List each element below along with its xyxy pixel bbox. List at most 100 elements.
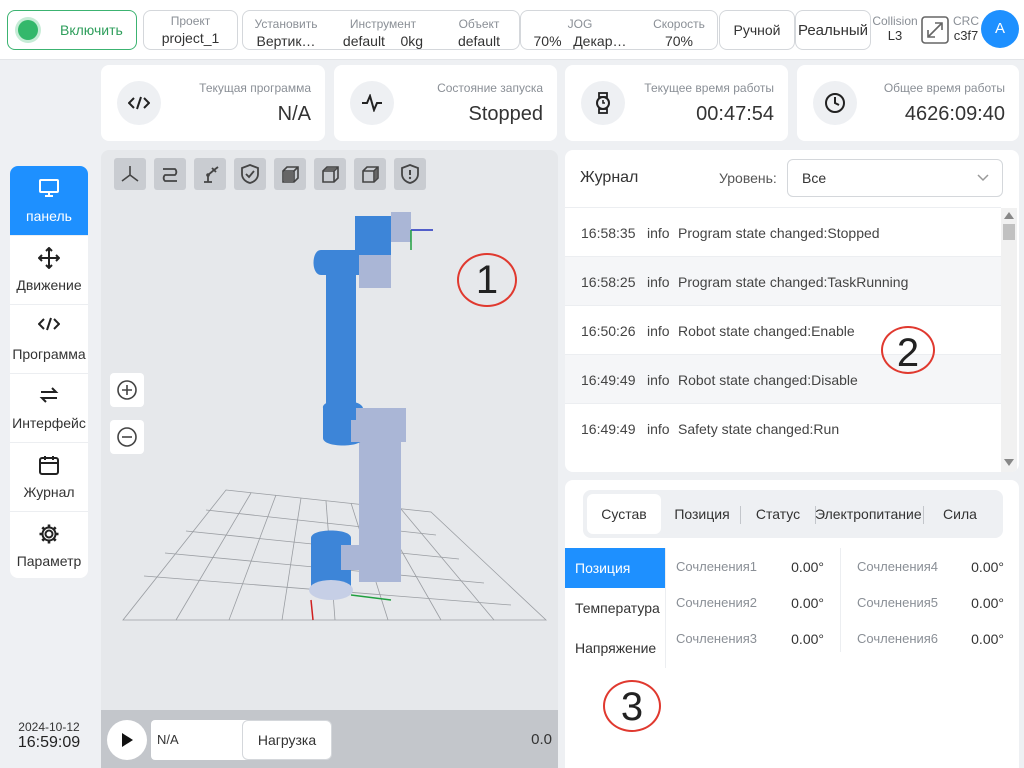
nav-label-parameter: Параметр bbox=[16, 553, 82, 569]
joint-panel: Сустав Позиция Статус Электропитание Сил… bbox=[565, 480, 1019, 768]
tool-values: default 0kg bbox=[329, 33, 437, 49]
collision-value: L3 bbox=[887, 28, 903, 43]
log-row[interactable]: 16:50:26 info Robot state changed:Enable bbox=[565, 305, 1001, 355]
joint-tab-bar: Сустав Позиция Статус Электропитание Сил… bbox=[583, 490, 1003, 538]
card-run-state-value: Stopped bbox=[468, 103, 543, 125]
joint-label: Сочленения6 bbox=[857, 631, 939, 646]
log-level-value: Все bbox=[802, 170, 827, 186]
move-icon bbox=[10, 247, 88, 269]
card-current-time-title: Текущее время работы bbox=[644, 81, 774, 95]
scroll-down-icon[interactable] bbox=[1003, 458, 1015, 468]
log-time: 16:49:49 bbox=[581, 372, 636, 388]
clock-icon bbox=[813, 81, 857, 125]
zoom-in-icon[interactable] bbox=[110, 373, 144, 407]
nav-item-program[interactable]: Программа bbox=[10, 304, 88, 374]
side-navigation: панель Движение Программа Интерфейс Журн… bbox=[10, 166, 88, 578]
nav-item-interface[interactable]: Интерфейс bbox=[10, 373, 88, 443]
joint-value: 0.00° bbox=[971, 631, 1004, 647]
joint-label: Сочленения4 bbox=[857, 559, 939, 574]
vtab-divider bbox=[665, 548, 666, 668]
card-current-time: Текущее время работы 00:47:54 bbox=[565, 65, 788, 141]
robot-scene bbox=[122, 212, 548, 621]
nav-label-motion: Движение bbox=[16, 277, 82, 293]
log-title: Журнал bbox=[580, 169, 639, 186]
object-selector[interactable]: Объект default bbox=[437, 14, 521, 52]
nav-item-journal[interactable]: Журнал bbox=[10, 442, 88, 512]
install-value: Вертик… bbox=[256, 33, 316, 49]
system-date: 2024-10-12 bbox=[18, 720, 80, 734]
object-value: default bbox=[457, 33, 501, 49]
mode-button[interactable]: Ручной bbox=[719, 10, 795, 50]
joint-value: 0.00° bbox=[791, 631, 824, 647]
log-level-select[interactable]: Все bbox=[787, 159, 1003, 197]
project-selector[interactable]: Проект project_1 bbox=[143, 10, 238, 50]
log-row[interactable]: 16:58:35 info Program state changed:Stop… bbox=[565, 207, 1001, 257]
joint-value: 0.00° bbox=[971, 595, 1004, 611]
vtab-position[interactable]: Позиция bbox=[565, 548, 665, 588]
watch-icon bbox=[581, 81, 625, 125]
log-time: 16:58:25 bbox=[581, 274, 636, 290]
jog-selector[interactable]: JOG 70% Декар… bbox=[521, 14, 639, 52]
log-time: 16:50:26 bbox=[581, 323, 636, 339]
tab-joint[interactable]: Сустав bbox=[587, 494, 661, 534]
log-time: 16:58:35 bbox=[581, 225, 636, 241]
log-time: 16:49:49 bbox=[581, 421, 636, 437]
log-message: Program state changed:TaskRunning bbox=[678, 274, 909, 290]
real-mode-label: Реальный bbox=[797, 22, 869, 39]
nav-label-journal: Журнал bbox=[23, 484, 75, 500]
tab-force[interactable]: Сила bbox=[927, 494, 993, 534]
log-row[interactable]: 16:58:25 info Program state changed:Task… bbox=[565, 256, 1001, 306]
log-level: info bbox=[647, 421, 670, 437]
jog-value: 70% bbox=[533, 33, 562, 49]
speed-value: 70% bbox=[664, 33, 694, 49]
card-run-state: Состояние запуска Stopped bbox=[334, 65, 557, 141]
log-scrollbar[interactable] bbox=[1001, 208, 1017, 472]
tab-status[interactable]: Статус bbox=[745, 494, 811, 534]
vtab-voltage[interactable]: Напряжение bbox=[565, 628, 665, 668]
enable-button[interactable]: Включить bbox=[7, 10, 137, 50]
install-selector[interactable]: Установить Вертик… bbox=[243, 14, 329, 52]
nav-label-interface: Интерфейс bbox=[12, 415, 86, 431]
speed-title: Скорость bbox=[653, 17, 705, 31]
run-speed-value: 0.0 bbox=[531, 731, 552, 748]
log-scroll-thumb[interactable] bbox=[1003, 224, 1015, 240]
log-level: info bbox=[647, 225, 670, 241]
crc-title: CRC bbox=[953, 14, 979, 28]
vtab-temperature[interactable]: Температура bbox=[565, 588, 665, 628]
tab-separator bbox=[923, 506, 924, 524]
top-bar: Включить Проект project_1 Установить Вер… bbox=[0, 0, 1024, 60]
card-total-time-value: 4626:09:40 bbox=[904, 103, 1005, 125]
system-datetime: 2024-10-12 16:59:09 bbox=[10, 720, 88, 752]
fullscreen-icon[interactable] bbox=[920, 15, 950, 45]
tab-position[interactable]: Позиция bbox=[667, 494, 737, 534]
robot-3d-viewport[interactable]: 1 N/A Нагрузка 0.0 bbox=[101, 150, 558, 768]
card-current-program: Текущая программа N/A bbox=[101, 65, 325, 141]
nav-item-parameter[interactable]: Параметр bbox=[10, 511, 88, 578]
log-row[interactable]: 16:49:49 info Safety state changed:Run bbox=[565, 403, 1001, 453]
jog-frame: Декар… bbox=[573, 33, 627, 49]
log-level: info bbox=[647, 274, 670, 290]
card-total-time: Общее время работы 4626:09:40 bbox=[797, 65, 1019, 141]
nav-item-motion[interactable]: Движение bbox=[10, 235, 88, 305]
crc-value: c3f7 bbox=[953, 28, 979, 43]
scroll-up-icon[interactable] bbox=[1003, 210, 1015, 220]
speed-selector[interactable]: Скорость 70% bbox=[639, 14, 719, 52]
project-value: project_1 bbox=[161, 30, 220, 46]
status-dot-icon bbox=[18, 20, 38, 40]
log-message: Safety state changed:Run bbox=[678, 421, 840, 437]
real-mode-button[interactable]: Реальный bbox=[795, 10, 871, 50]
log-row[interactable]: 16:49:49 info Robot state changed:Disabl… bbox=[565, 354, 1001, 404]
tab-power[interactable]: Электропитание bbox=[815, 494, 922, 534]
load-button[interactable]: Нагрузка bbox=[242, 720, 332, 760]
zoom-out-icon[interactable] bbox=[110, 420, 144, 454]
log-level: info bbox=[647, 323, 670, 339]
tool-selector[interactable]: Инструмент default 0kg bbox=[329, 14, 437, 52]
joint-value: 0.00° bbox=[791, 595, 824, 611]
program-run-bar: N/A Нагрузка 0.0 bbox=[101, 710, 558, 768]
card-current-time-value: 00:47:54 bbox=[696, 103, 774, 125]
nav-item-panel[interactable]: панель bbox=[10, 166, 88, 236]
log-panel: Журнал Уровень: Все 16:58:35 info Progra… bbox=[565, 150, 1019, 472]
user-avatar[interactable]: A bbox=[981, 10, 1019, 48]
play-icon[interactable] bbox=[107, 720, 147, 760]
enable-label: Включить bbox=[60, 22, 123, 38]
